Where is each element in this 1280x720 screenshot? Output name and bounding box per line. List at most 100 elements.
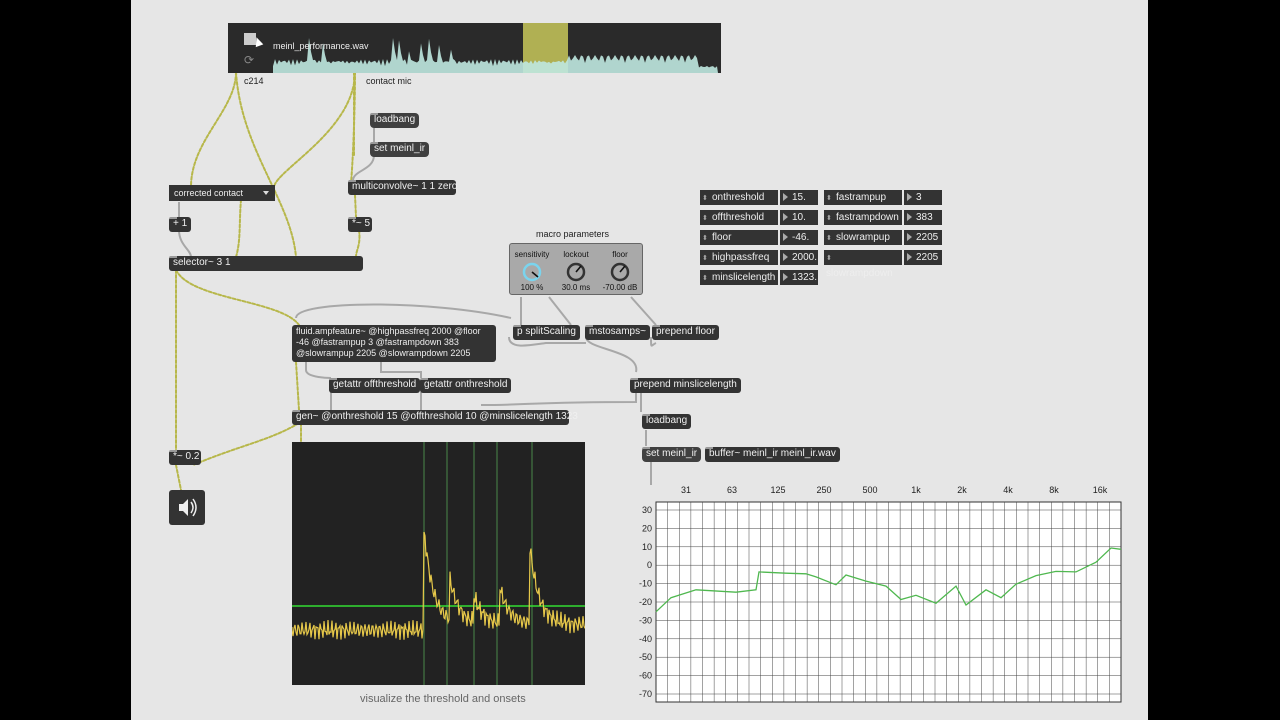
attrui-highpassfreq-value[interactable]: 2000. xyxy=(780,250,818,265)
attrui-onthreshold-value[interactable]: 15. xyxy=(780,190,818,205)
set-meinl-ir-message-2[interactable]: set meinl_ir xyxy=(642,447,702,462)
getattr-onthreshold-object[interactable]: getattr onthreshold xyxy=(420,378,512,393)
eq-x-tick-label: 500 xyxy=(862,485,877,495)
eq-x-tick-label: 1k xyxy=(911,485,921,495)
attrui-label: offthreshold xyxy=(712,212,765,223)
eq-x-tick-label: 63 xyxy=(727,485,737,495)
attrui-fastrampup-name[interactable]: ⬍ fastrampup xyxy=(824,190,902,205)
times-five-object[interactable]: *~ 5 xyxy=(348,217,372,232)
attrui-label: floor xyxy=(712,232,732,243)
attrui-floor-value[interactable]: -46. xyxy=(780,230,818,245)
chevron-down-icon xyxy=(263,191,269,195)
dial-knob-1[interactable] xyxy=(565,261,587,283)
eq-x-tick-label: 125 xyxy=(770,485,785,495)
number-triangle-icon xyxy=(907,193,912,202)
eq-x-tick-label: 31 xyxy=(681,485,691,495)
label-macro-parameters: macro parameters xyxy=(536,229,610,239)
dial-knob-2[interactable] xyxy=(609,261,631,283)
attrui-label: minslicelength xyxy=(712,272,776,283)
attrui-number: 15. xyxy=(792,192,806,203)
loadbang-object-1[interactable]: loadbang xyxy=(370,113,420,128)
eq-y-tick-label: -30 xyxy=(639,615,652,625)
dial-label-2: floor xyxy=(612,250,628,259)
dial-knob-0[interactable] xyxy=(521,261,543,283)
eq-y-tick-label: -20 xyxy=(639,597,652,607)
selector-object[interactable]: selector~ 3 1 xyxy=(169,256,363,271)
attrui-slowrampup-name[interactable]: ⬍ slowrampup xyxy=(824,230,902,245)
prepend-floor-object[interactable]: prepend floor xyxy=(652,325,719,340)
buffer-object[interactable]: buffer~ meinl_ir meinl_ir.wav xyxy=(705,447,840,462)
label-contact-mic: contact mic xyxy=(366,76,412,86)
scope-graphic xyxy=(291,442,586,685)
ezdac-speaker-button[interactable] xyxy=(169,490,205,525)
waveform-filename: meinl_performance.wav xyxy=(273,41,369,51)
updown-arrows-icon: ⬍ xyxy=(826,215,832,222)
attrui-fastrampup-value[interactable]: 3 xyxy=(904,190,942,205)
eq-x-tick-label: 16k xyxy=(1093,485,1108,495)
attrui-slowrampup-value[interactable]: 2205 xyxy=(904,230,942,245)
attrui-number: 3 xyxy=(916,192,922,203)
eq-x-tick-label: 2k xyxy=(957,485,967,495)
eq-y-tick-label: -70 xyxy=(639,689,652,699)
label-visualize: visualize the threshold and onsets xyxy=(360,693,526,705)
updown-arrows-icon: ⬍ xyxy=(826,195,832,202)
corrected-contact-menu[interactable]: corrected contact xyxy=(169,185,275,201)
attrui-slowrampdown-value[interactable]: 2205 xyxy=(904,250,942,265)
dial-label-1: lockout xyxy=(563,250,589,259)
attrui-number: 383 xyxy=(916,212,933,223)
loop-icon[interactable]: ⟳ xyxy=(244,53,254,67)
gen-object[interactable]: gen~ @onthreshold 15 @offthreshold 10 @m… xyxy=(292,410,578,425)
updown-arrows-icon: ⬍ xyxy=(702,255,708,262)
dial-value-1: 30.0 ms xyxy=(561,283,591,292)
dial-value-0: 100 % xyxy=(520,283,544,292)
macro-parameters-panel: sensitivity 100 % lockout 30.0 ms floor -70.0… xyxy=(509,243,643,295)
dial-label-0: sensitivity xyxy=(514,250,550,259)
menu-selected-label: corrected contact xyxy=(174,188,244,198)
p-splitscaling-object[interactable]: p splitScaling xyxy=(513,325,580,340)
times-02-object[interactable]: *~ 0.2 xyxy=(169,450,201,465)
speaker-icon xyxy=(179,498,197,517)
eq-y-tick-label: -50 xyxy=(639,652,652,662)
getattr-offthreshold-object[interactable]: getattr offthreshold xyxy=(329,378,421,393)
eq-y-tick-label: 20 xyxy=(642,523,652,533)
attrui-slowrampdown-name[interactable]: ⬍ slowrampdown xyxy=(824,250,902,279)
updown-arrows-icon: ⬍ xyxy=(826,255,832,262)
max-patcher-canvas: ⟳ meinl_performance.wav c214 contact mic… xyxy=(131,0,1148,720)
number-triangle-icon xyxy=(907,233,912,242)
eq-y-tick-label: -10 xyxy=(639,579,652,589)
attrui-label: slowrampdown xyxy=(826,268,893,279)
attrui-label: fastrampdown xyxy=(836,212,899,223)
attrui-minslicelength-value[interactable]: 1323. xyxy=(780,270,818,285)
eq-x-tick-label: 4k xyxy=(1003,485,1013,495)
loadbang-object-2[interactable]: loadbang xyxy=(642,414,692,429)
mstosamps-object[interactable]: mstosamps~ xyxy=(585,325,650,340)
attrui-offthreshold-name[interactable]: ⬍ offthreshold xyxy=(700,210,778,225)
attrui-fastrampdown-name[interactable]: ⬍ fastrampdown xyxy=(824,210,902,225)
fluid-ampfeature-object[interactable]: fluid.ampfeature~ @highpassfreq 2000 @fl… xyxy=(292,325,496,362)
number-triangle-icon xyxy=(783,233,788,242)
attrui-highpassfreq-name[interactable]: ⬍ highpassfreq xyxy=(700,250,778,265)
attrui-label: onthreshold xyxy=(712,192,765,203)
attrui-floor-name[interactable]: ⬍ floor xyxy=(700,230,778,245)
attrui-number: 10. xyxy=(792,212,806,223)
set-meinl-ir-message-1[interactable]: set meinl_ir xyxy=(370,142,430,157)
eq-y-tick-label: 10 xyxy=(642,542,652,552)
attrui-number: 2205 xyxy=(916,232,939,243)
prepend-minslicelength-object[interactable]: prepend minslicelength xyxy=(630,378,741,393)
updown-arrows-icon: ⬍ xyxy=(702,275,708,282)
attrui-number: 1323. xyxy=(792,272,818,283)
multiconvolve-object[interactable]: multiconvolve~ 1 1 zero xyxy=(348,180,457,195)
number-triangle-icon xyxy=(783,213,788,222)
attrui-fastrampdown-value[interactable]: 383 xyxy=(904,210,942,225)
plus-one-object[interactable]: + 1 xyxy=(169,217,191,232)
attrui-offthreshold-value[interactable]: 10. xyxy=(780,210,818,225)
attrui-number: -46. xyxy=(792,232,810,243)
attrui-minslicelength-name[interactable]: ⬍ minslicelength xyxy=(700,270,778,285)
attrui-onthreshold-name[interactable]: ⬍ onthreshold xyxy=(700,190,778,205)
attrui-label: highpassfreq xyxy=(712,252,770,263)
eq-y-tick-label: -40 xyxy=(639,634,652,644)
waveform-display[interactable]: ⟳ meinl_performance.wav xyxy=(228,23,721,73)
eq-y-tick-label: 0 xyxy=(647,560,652,570)
attrui-number: 2205 xyxy=(916,252,939,263)
updown-arrows-icon: ⬍ xyxy=(702,215,708,222)
